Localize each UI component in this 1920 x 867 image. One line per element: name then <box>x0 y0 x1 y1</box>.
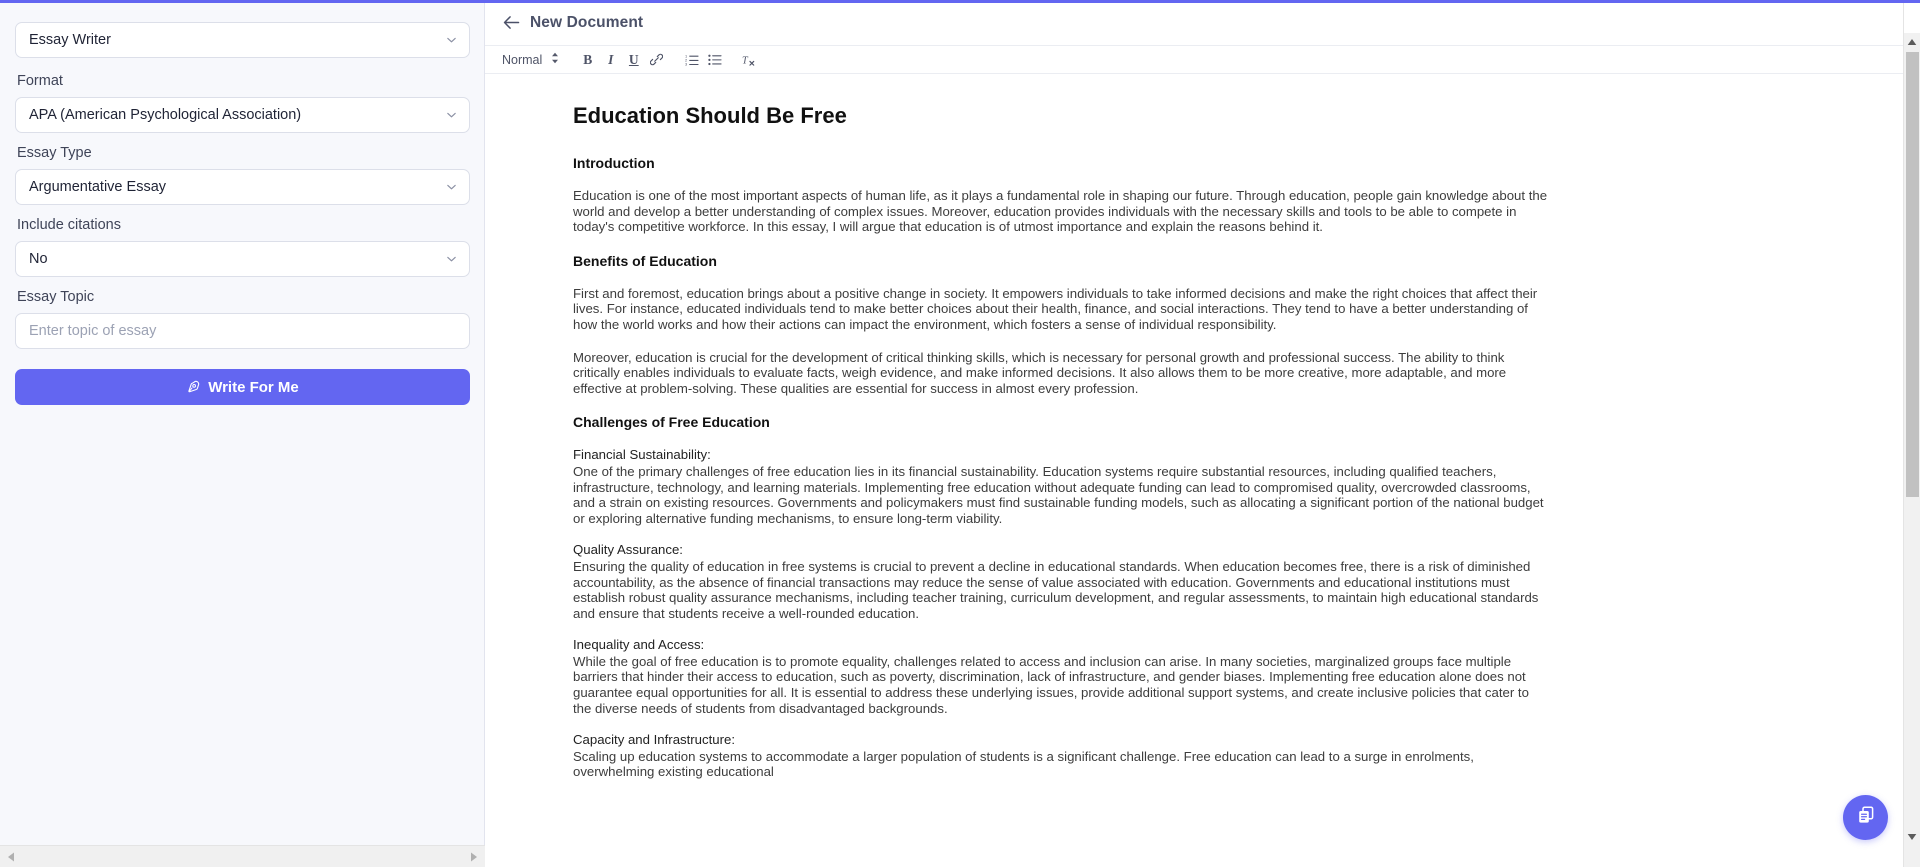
subsection-body-inequality: While the goal of free education is to p… <box>573 653 1529 716</box>
heading-challenges: Challenges of Free Education <box>573 414 770 431</box>
bullet-list-icon[interactable] <box>703 48 726 71</box>
document-title: New Document <box>530 13 644 31</box>
paragraph-style-dropdown[interactable]: Normal <box>502 51 559 69</box>
field-format: Format APA (American Psychological Assoc… <box>15 72 470 133</box>
heading-introduction: Introduction <box>573 155 655 171</box>
triangle-down-icon[interactable] <box>1904 828 1920 845</box>
format-select-value: APA (American Psychological Association) <box>29 107 302 123</box>
document-vertical-scrollbar[interactable] <box>1903 0 1920 867</box>
app-root: Essay Writer Format APA (American Psycho… <box>0 0 1920 867</box>
essay-title: Education Should Be Free <box>573 103 847 128</box>
svg-text:T: T <box>742 55 749 66</box>
field-include-citations: Include citations No <box>15 216 470 277</box>
link-icon[interactable] <box>645 48 668 71</box>
scrollbar-track-top-spacer <box>1904 0 1920 33</box>
paragraph-benefits-1: First and foremost, education brings abo… <box>573 285 1538 332</box>
clear-format-icon[interactable]: T <box>738 48 761 71</box>
copy-documents-icon <box>1856 805 1876 830</box>
subsection-inequality-access: Inequality and Access: While the goal of… <box>573 637 1810 716</box>
subsection-title-inequality: Inequality and Access: <box>573 637 705 653</box>
bold-icon[interactable]: B <box>576 48 599 71</box>
subsection-title-financial: Financial Sustainability: <box>573 447 711 463</box>
chevron-down-icon <box>446 35 457 46</box>
editor-panel: New Document Normal B I U 1 2 3 T Educat… <box>485 0 1920 867</box>
triangle-left-icon[interactable] <box>4 850 18 864</box>
include-citations-select-value: No <box>29 251 48 267</box>
subsection-body-financial: One of the primary challenges of free ed… <box>573 463 1544 526</box>
document-scroll-area[interactable]: Education Should Be Free Introduction Ed… <box>485 74 1920 867</box>
paragraph-introduction: Education is one of the most important a… <box>573 188 1548 235</box>
chevron-down-icon <box>446 110 457 121</box>
essay-type-select-value: Argumentative Essay <box>29 179 167 195</box>
updown-chevron-icon <box>551 51 559 69</box>
scrollbar-thumb[interactable] <box>1906 52 1919 497</box>
paragraph-style-value: Normal <box>502 52 543 67</box>
tool-select-value: Essay Writer <box>29 32 111 48</box>
field-include-citations-label: Include citations <box>17 217 121 233</box>
copy-document-fab[interactable] <box>1843 795 1888 840</box>
document-header: New Document <box>485 0 1920 45</box>
paragraph-benefits-2: Moreover, education is crucial for the d… <box>573 349 1507 396</box>
field-essay-type: Essay Type Argumentative Essay <box>15 144 470 205</box>
triangle-right-icon[interactable] <box>467 850 481 864</box>
chevron-down-icon <box>446 254 457 265</box>
essay-topic-input[interactable] <box>15 313 470 349</box>
essay-type-select[interactable]: Argumentative Essay <box>15 169 470 205</box>
subsection-body-capacity: Scaling up education systems to accommod… <box>573 748 1474 780</box>
tool-select[interactable]: Essay Writer <box>15 22 470 58</box>
sidebar-panel: Essay Writer Format APA (American Psycho… <box>0 0 485 867</box>
underline-icon[interactable]: U <box>622 48 645 71</box>
heading-benefits: Benefits of Education <box>573 252 717 269</box>
write-for-me-label: Write For Me <box>208 378 299 396</box>
italic-icon[interactable]: I <box>599 48 622 71</box>
chevron-down-icon <box>446 182 457 193</box>
format-select[interactable]: APA (American Psychological Association) <box>15 97 470 133</box>
subsection-body-quality: Ensuring the quality of education in fre… <box>573 558 1539 621</box>
subsection-title-capacity: Capacity and Infrastructure: <box>573 732 735 748</box>
sidebar-form: Essay Writer Format APA (American Psycho… <box>0 0 484 840</box>
write-for-me-button[interactable]: Write For Me <box>15 369 470 405</box>
field-format-label: Format <box>17 73 63 89</box>
pen-nib-icon <box>186 380 200 394</box>
field-essay-topic-label: Essay Topic <box>17 289 95 305</box>
subsection-title-quality: Quality Assurance: <box>573 542 683 558</box>
subsection-capacity-infrastructure: Capacity and Infrastructure: Scaling up … <box>573 732 1810 780</box>
subsection-financial-sustainability: Financial Sustainability: One of the pri… <box>573 447 1810 526</box>
field-essay-topic: Essay Topic <box>15 288 470 349</box>
top-accent-bar <box>0 0 1920 3</box>
field-essay-type-label: Essay Type <box>17 145 92 161</box>
include-citations-select[interactable]: No <box>15 241 470 277</box>
document-page[interactable]: Education Should Be Free Introduction Ed… <box>485 74 1885 780</box>
svg-text:3: 3 <box>685 62 687 66</box>
ordered-list-icon[interactable]: 1 2 3 <box>680 48 703 71</box>
triangle-up-icon[interactable] <box>1904 33 1920 50</box>
arrow-left-icon[interactable] <box>499 11 523 35</box>
editor-toolbar: Normal B I U 1 2 3 T <box>485 45 1920 74</box>
sidebar-horizontal-scrollbar[interactable] <box>0 845 485 867</box>
subsection-quality-assurance: Quality Assurance: Ensuring the quality … <box>573 542 1810 621</box>
